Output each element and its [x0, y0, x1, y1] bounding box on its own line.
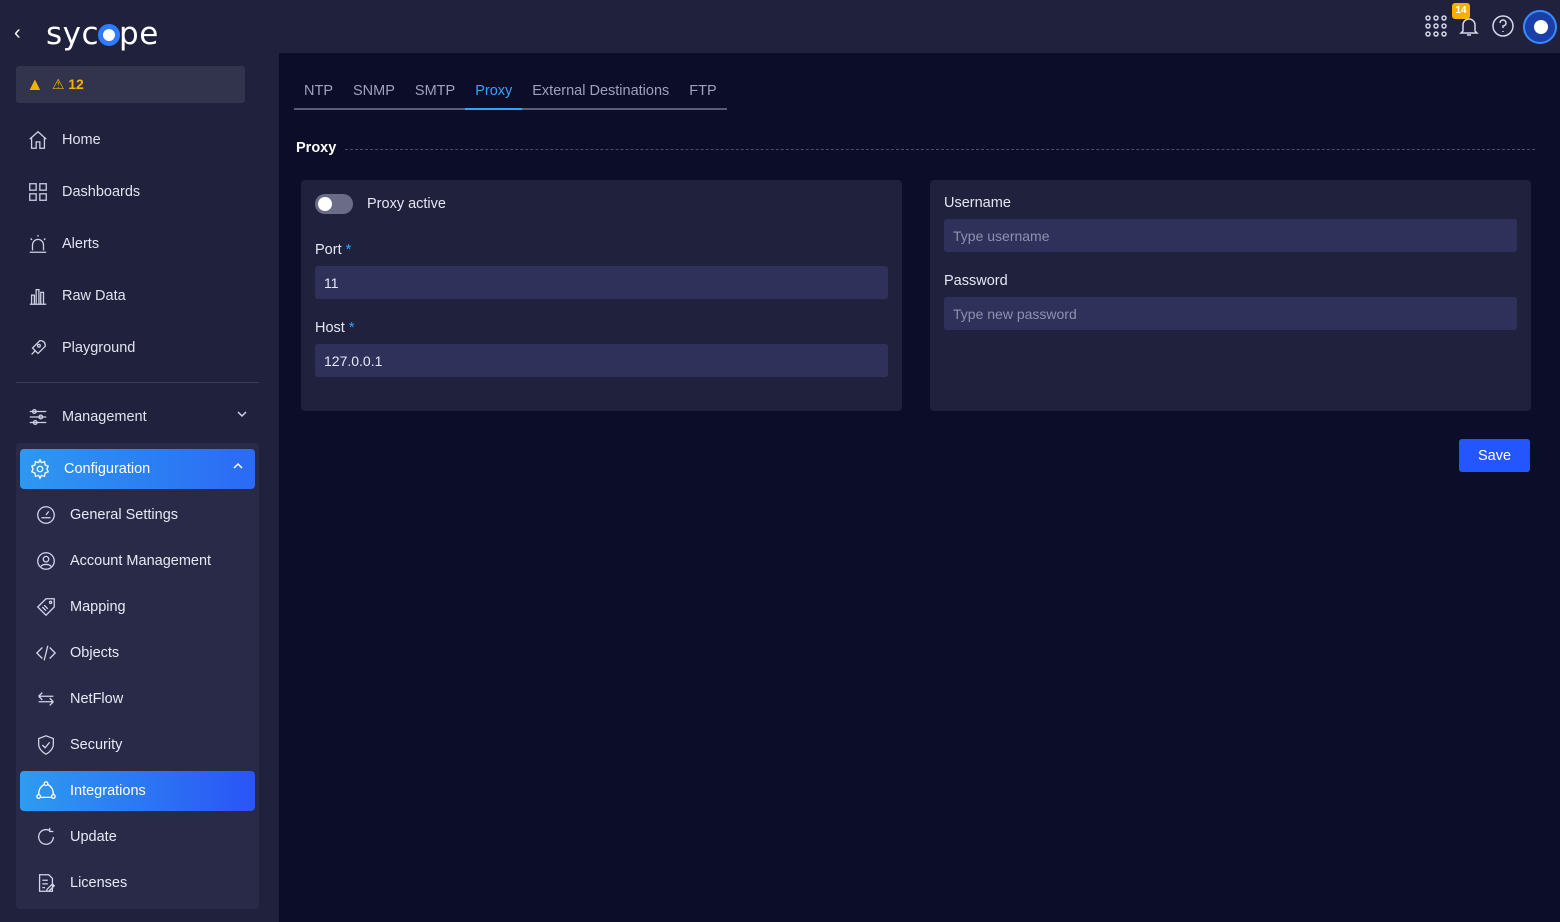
config-item-objects[interactable]: Objects — [20, 633, 255, 673]
apps-grid-icon[interactable] — [1424, 14, 1448, 38]
logo-mark-icon — [98, 24, 121, 46]
config-item-label: Account Management — [70, 553, 212, 569]
config-item-update[interactable]: Update — [20, 817, 255, 857]
config-item-label: Integrations — [70, 783, 146, 799]
sidebar-divider — [16, 382, 259, 383]
proxy-active-toggle[interactable] — [315, 194, 353, 214]
sliders-icon — [26, 405, 50, 429]
config-item-label: Mapping — [70, 599, 126, 615]
chevron-up-icon — [233, 462, 243, 469]
home-icon — [26, 128, 50, 152]
tab-snmp[interactable]: SNMP — [343, 78, 405, 108]
tag-icon — [34, 595, 58, 619]
logo-text-start: syc — [46, 16, 100, 52]
config-item-licenses[interactable]: Licenses — [20, 863, 255, 903]
proxy-connection-card: Proxy active Port* Host* — [301, 180, 902, 411]
host-label: Host * — [315, 320, 354, 336]
tab-ftp[interactable]: FTP — [679, 78, 726, 108]
dashboards-icon — [26, 180, 50, 204]
warning-icon: ▲ — [26, 74, 44, 94]
nav-item-raw-data[interactable]: Raw Data — [16, 276, 259, 316]
sycope-logo[interactable]: syc pe — [46, 16, 159, 52]
warning-count: ⚠ 12 — [51, 76, 84, 92]
refresh-icon — [34, 825, 58, 849]
document-edit-icon — [34, 871, 58, 895]
save-button[interactable]: Save — [1459, 439, 1530, 472]
config-item-mapping[interactable]: Mapping — [20, 587, 255, 627]
rocket-icon — [26, 336, 50, 360]
username-label: Username — [944, 195, 1011, 211]
shield-check-icon — [34, 733, 58, 757]
configuration-group: Configuration General Settings Account M… — [16, 443, 259, 909]
section-divider — [345, 149, 1535, 150]
host-label-text: Host — [315, 320, 345, 336]
config-item-label: Licenses — [70, 875, 128, 891]
config-item-security[interactable]: Security — [20, 725, 255, 765]
username-input[interactable] — [944, 219, 1517, 252]
port-input[interactable] — [315, 266, 888, 299]
nav-item-configuration[interactable]: Configuration — [20, 449, 255, 489]
config-item-netflow[interactable]: NetFlow — [20, 679, 255, 719]
config-item-label: Update — [70, 829, 117, 845]
required-marker: * — [345, 242, 352, 258]
nav-item-playground[interactable]: Playground — [16, 328, 259, 368]
password-input[interactable] — [944, 297, 1517, 330]
tab-proxy[interactable]: Proxy — [465, 78, 523, 110]
notification-count-badge: 14 — [1452, 3, 1470, 19]
user-avatar[interactable] — [1523, 10, 1557, 44]
required-marker: * — [348, 320, 355, 336]
port-label: Port * — [315, 242, 351, 258]
config-item-label: NetFlow — [70, 691, 124, 707]
help-icon[interactable] — [1491, 14, 1515, 38]
bar-chart-icon — [26, 284, 50, 308]
proxy-active-label: Proxy active — [367, 196, 446, 212]
nav-item-management[interactable]: Management — [16, 397, 259, 437]
nav-item-label: Alerts — [62, 236, 100, 252]
chevron-down-icon — [237, 411, 247, 418]
nav-item-home[interactable]: Home — [16, 120, 259, 160]
config-item-integrations[interactable]: Integrations — [20, 771, 255, 811]
code-icon — [34, 641, 58, 665]
alerts-warning-badge[interactable]: ▲ ⚠ 12 — [16, 66, 245, 103]
back-chevron-icon[interactable]: ‹ — [14, 22, 32, 46]
gauge-icon — [34, 503, 58, 527]
settings-tabs: NTP SNMP SMTP Proxy External Destination… — [294, 78, 727, 110]
section-title: Proxy — [296, 140, 337, 156]
tab-external-destinations[interactable]: External Destinations — [522, 78, 679, 108]
proxy-credentials-card: Username Password — [930, 180, 1531, 411]
alarm-light-icon — [26, 232, 50, 256]
topbar — [279, 0, 1560, 53]
gear-icon — [28, 457, 52, 481]
logo-text-end: pe — [119, 16, 159, 52]
config-item-label: General Settings — [70, 507, 179, 523]
user-circle-icon — [34, 549, 58, 573]
config-item-label: Objects — [70, 645, 120, 661]
sidebar: ‹ syc pe ▲ ⚠ 12 Home Dashboards Alerts Ra… — [0, 0, 279, 922]
arrows-exchange-icon — [34, 687, 58, 711]
nav-item-alerts[interactable]: Alerts — [16, 224, 259, 264]
nav-item-label: Home — [62, 132, 101, 148]
config-item-account-management[interactable]: Account Management — [20, 541, 255, 581]
nav-item-label: Dashboards — [62, 184, 141, 200]
config-item-general-settings[interactable]: General Settings — [20, 495, 255, 535]
nav-item-dashboards[interactable]: Dashboards — [16, 172, 259, 212]
nav-item-label: Configuration — [64, 461, 151, 477]
nav-item-label: Playground — [62, 340, 136, 356]
tab-ntp[interactable]: NTP — [294, 78, 343, 108]
host-input[interactable] — [315, 344, 888, 377]
nav-item-label: Management — [62, 409, 147, 425]
password-label: Password — [944, 273, 1008, 289]
config-item-label: Security — [70, 737, 123, 753]
port-label-text: Port — [315, 242, 342, 258]
tab-smtp[interactable]: SMTP — [405, 78, 465, 108]
logo-row: ‹ syc pe — [0, 14, 279, 54]
integrations-icon — [34, 779, 58, 803]
nav-item-label: Raw Data — [62, 288, 126, 304]
